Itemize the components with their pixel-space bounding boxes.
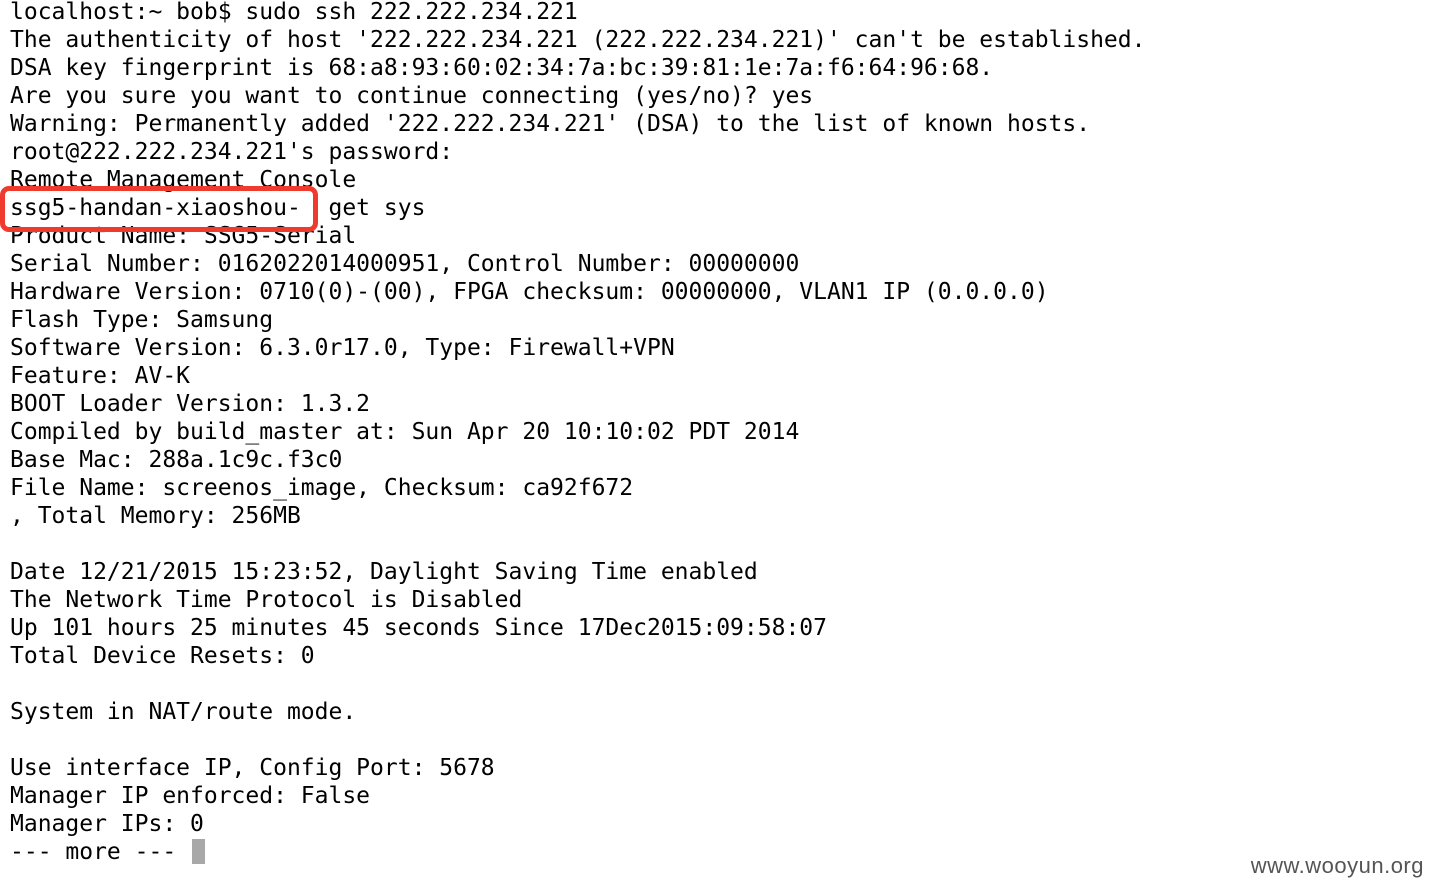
terminal-line: Up 101 hours 25 minutes 45 seconds Since… — [10, 615, 827, 641]
terminal-line: Are you sure you want to continue connec… — [10, 83, 814, 109]
hostname-highlight-box — [0, 186, 318, 232]
terminal-line: File Name: screenos_image, Checksum: ca9… — [10, 475, 634, 501]
terminal-line: Serial Number: 0162022014000951, Control… — [10, 251, 800, 277]
terminal-line: The Network Time Protocol is Disabled — [10, 587, 523, 613]
terminal-line: Manager IPs: 0 — [10, 811, 204, 837]
terminal-line: localhost:~ bob$ sudo ssh 222.222.234.22… — [10, 0, 578, 25]
terminal-line: Hardware Version: 0710(0)-(00), FPGA che… — [10, 279, 1049, 305]
terminal-line: BOOT Loader Version: 1.3.2 — [10, 391, 371, 417]
terminal-line: , Total Memory: 256MB — [10, 503, 301, 529]
terminal-line: Flash Type: Samsung — [10, 307, 274, 333]
terminal-line: Total Device Resets: 0 — [10, 643, 315, 669]
terminal-output: localhost:~ bob$ sudo ssh 222.222.234.22… — [10, 0, 1145, 866]
terminal-line-more-prompt: --- more --- — [10, 838, 1145, 866]
terminal-window[interactable]: localhost:~ bob$ sudo ssh 222.222.234.22… — [0, 0, 1434, 894]
terminal-line: DSA key fingerprint is 68:a8:93:60:02:34… — [10, 55, 994, 81]
terminal-line: Software Version: 6.3.0r17.0, Type: Fire… — [10, 335, 675, 361]
terminal-line: root@222.222.234.221's password: — [10, 139, 454, 165]
terminal-line: Use interface IP, Config Port: 5678 — [10, 755, 495, 781]
terminal-line: The authenticity of host '222.222.234.22… — [10, 27, 1146, 53]
terminal-line: Date 12/21/2015 15:23:52, Daylight Savin… — [10, 559, 758, 585]
terminal-line: Feature: AV-K — [10, 363, 191, 389]
terminal-line: Warning: Permanently added '222.222.234.… — [10, 111, 1091, 137]
terminal-line: Manager IP enforced: False — [10, 783, 371, 809]
terminal-line: Base Mac: 288a.1c9c.f3c0 — [10, 447, 343, 473]
text-cursor — [192, 839, 206, 864]
more-prompt-text: --- more --- — [10, 839, 191, 865]
watermark: www.wooyun.org — [1250, 853, 1424, 878]
terminal-line: Compiled by build_master at: Sun Apr 20 … — [10, 419, 800, 445]
terminal-line: System in NAT/route mode. — [10, 699, 357, 725]
